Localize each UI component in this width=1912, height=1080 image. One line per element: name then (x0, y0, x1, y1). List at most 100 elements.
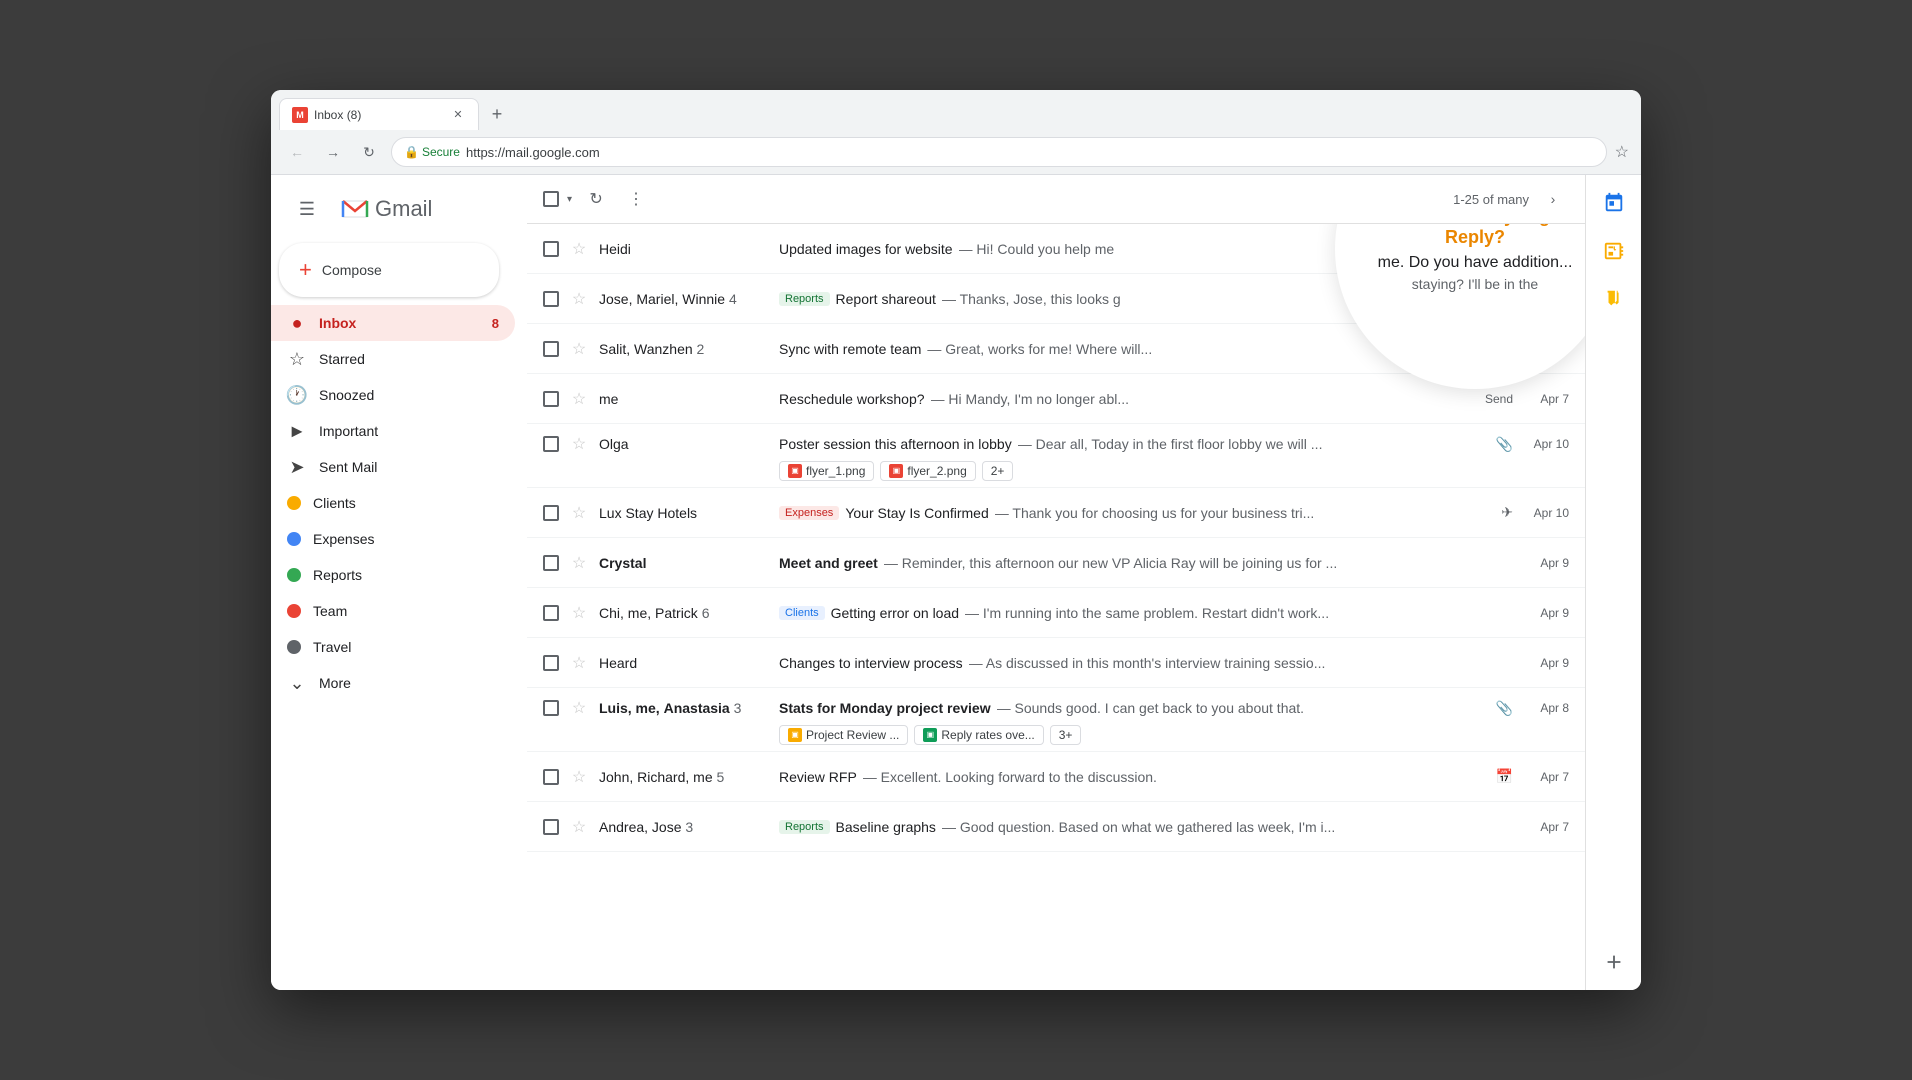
sidebar-item-clients[interactable]: Clients (271, 485, 515, 521)
add-panel-button[interactable] (1594, 942, 1634, 982)
email-checkbox[interactable] (543, 436, 559, 452)
sidebar-item-important[interactable]: ► Important (271, 413, 515, 449)
email-checkbox[interactable] (543, 505, 559, 521)
table-row[interactable]: ☆ Heard Changes to interview process — A… (527, 638, 1585, 688)
menu-button[interactable]: ☰ (287, 189, 327, 229)
star-button[interactable]: ☆ (567, 387, 591, 411)
refresh-button[interactable]: ↻ (580, 183, 612, 215)
email-checkbox[interactable] (543, 341, 559, 357)
email-checkbox[interactable] (543, 700, 559, 716)
expenses-label: Expenses (313, 531, 374, 547)
table-row[interactable]: ☆ Andrea, Jose 3 Reports Baseline graphs… (527, 802, 1585, 852)
email-checkbox[interactable] (543, 391, 559, 407)
new-tab-button[interactable]: + (483, 100, 511, 128)
email-meta: 📎 Apr 10 (1496, 436, 1569, 453)
attachment-more-chip[interactable]: 3+ (1050, 725, 1082, 745)
star-button[interactable]: ☆ (567, 551, 591, 575)
sidebar-item-more[interactable]: ⌄ More (271, 665, 515, 701)
forward-button[interactable]: → (319, 138, 347, 166)
compose-button[interactable]: + Compose (279, 243, 499, 297)
email-body: Changes to interview process — As discus… (779, 655, 1511, 671)
sidebar-item-snoozed[interactable]: 🕐 Snoozed (271, 377, 515, 413)
keep-panel-button[interactable] (1594, 279, 1634, 319)
select-dropdown-icon[interactable]: ▾ (567, 194, 572, 205)
sidebar-item-team[interactable]: Team (271, 593, 515, 629)
email-subject: Changes to interview process (779, 655, 963, 671)
tab-close-button[interactable]: ✕ (450, 107, 466, 123)
email-meta: ✈ Apr 10 (1501, 504, 1569, 521)
active-tab[interactable]: M Inbox (8) ✕ (279, 98, 479, 130)
snoozed-label: Snoozed (319, 387, 374, 403)
sidebar-item-expenses[interactable]: Expenses (271, 521, 515, 557)
calendar-panel-button[interactable] (1594, 183, 1634, 223)
star-button[interactable]: ☆ (567, 815, 591, 839)
sidebar-item-travel[interactable]: Travel (271, 629, 515, 665)
attachment-more-label: 2+ (991, 464, 1005, 478)
star-button[interactable]: ☆ (567, 237, 591, 261)
url-text: https://mail.google.com (466, 145, 600, 160)
star-button[interactable]: ☆ (567, 651, 591, 675)
star-button[interactable]: ☆ (567, 765, 591, 789)
travel-dot (287, 640, 301, 654)
email-checkbox[interactable] (543, 769, 559, 785)
bookmark-button[interactable]: ☆ (1615, 142, 1629, 162)
email-body: Review RFP — Excellent. Looking forward … (779, 769, 1488, 785)
table-row[interactable]: ☆ Heidi Updated images for website — Hi!… (527, 224, 1585, 274)
table-row[interactable]: ☆ John, Richard, me 5 Review RFP — Excel… (527, 752, 1585, 802)
reload-button[interactable]: ↻ (355, 138, 383, 166)
email-meta: Apr 7 (1519, 820, 1569, 834)
next-page-button[interactable]: › (1537, 183, 1569, 215)
star-button[interactable]: ☆ (567, 696, 591, 720)
sidebar-item-inbox[interactable]: ● Inbox 8 (271, 305, 515, 341)
email-snippet: — Hi! Could you help me (959, 241, 1115, 257)
attachment-sheet-icon: ▣ (923, 728, 937, 742)
email-checkbox[interactable] (543, 555, 559, 571)
table-row[interactable]: ☆ me Reschedule workshop? — Hi Mandy, I'… (527, 374, 1585, 424)
select-all-checkbox[interactable] (543, 191, 559, 207)
email-body: Clients Getting error on load — I'm runn… (779, 605, 1511, 621)
email-meta: Apr 9 (1519, 556, 1569, 570)
email-checkbox[interactable] (543, 241, 559, 257)
attachment-chip[interactable]: ▣ Reply rates ove... (914, 725, 1043, 745)
label-chip-reports: Reports (779, 292, 830, 306)
table-row[interactable]: ☆ Lux Stay Hotels Expenses Your Stay Is … (527, 488, 1585, 538)
star-button[interactable]: ☆ (567, 337, 591, 361)
email-date: Apr 10 (1519, 437, 1569, 451)
tasks-panel-button[interactable] (1594, 231, 1634, 271)
table-row[interactable]: ☆ Crystal Meet and greet — Reminder, thi… (527, 538, 1585, 588)
attachment-more-chip[interactable]: 2+ (982, 461, 1014, 481)
sidebar: ☰ Gmail + Compose ● (271, 175, 527, 990)
email-checkbox[interactable] (543, 605, 559, 621)
sidebar-top: ☰ Gmail (271, 183, 527, 235)
star-button[interactable]: ☆ (567, 287, 591, 311)
back-button[interactable]: ← (283, 138, 311, 166)
table-row[interactable]: ☆ Chi, me, Patrick 6 Clients Getting err… (527, 588, 1585, 638)
attachment-chip[interactable]: ▣ flyer_1.png (779, 461, 874, 481)
sender: Salit, Wanzhen 2 (599, 341, 779, 357)
more-options-button[interactable]: ⋮ (620, 183, 652, 215)
email-checkbox[interactable] (543, 819, 559, 835)
star-button[interactable]: ☆ (567, 601, 591, 625)
email-list: ☆ Heidi Updated images for website — Hi!… (527, 224, 1585, 990)
email-checkbox[interactable] (543, 655, 559, 671)
star-button[interactable]: ☆ (567, 501, 591, 525)
sidebar-item-starred[interactable]: ☆ Starred (271, 341, 515, 377)
sidebar-item-sent[interactable]: ➤ Sent Mail (271, 449, 515, 485)
table-row[interactable]: ☆ Luis, me, Anastasia 3 Stats for Monday… (527, 688, 1585, 752)
attachment-chip[interactable]: ▣ Project Review ... (779, 725, 908, 745)
sender: Chi, me, Patrick 6 (599, 605, 779, 621)
table-row[interactable]: ☆ Olga Poster session this afternoon in … (527, 424, 1585, 488)
calendar-icon: 📅 (1496, 768, 1513, 785)
email-date: Apr 8 (1519, 701, 1569, 715)
gmail-text: Gmail (375, 196, 432, 222)
email-snippet: — Great, works for me! Where will... (927, 341, 1152, 357)
email-subject: Getting error on load (831, 605, 959, 621)
attachment-chip[interactable]: ▣ flyer_2.png (880, 461, 975, 481)
tab-favicon: M (292, 107, 308, 123)
url-bar[interactable]: 🔒 Secure https://mail.google.com (391, 137, 1607, 167)
attachment-icon: 📎 (1496, 436, 1513, 453)
sidebar-item-reports[interactable]: Reports (271, 557, 515, 593)
email-checkbox[interactable] (543, 291, 559, 307)
email-subject: Stats for Monday project review (779, 700, 991, 716)
star-button[interactable]: ☆ (567, 432, 591, 456)
